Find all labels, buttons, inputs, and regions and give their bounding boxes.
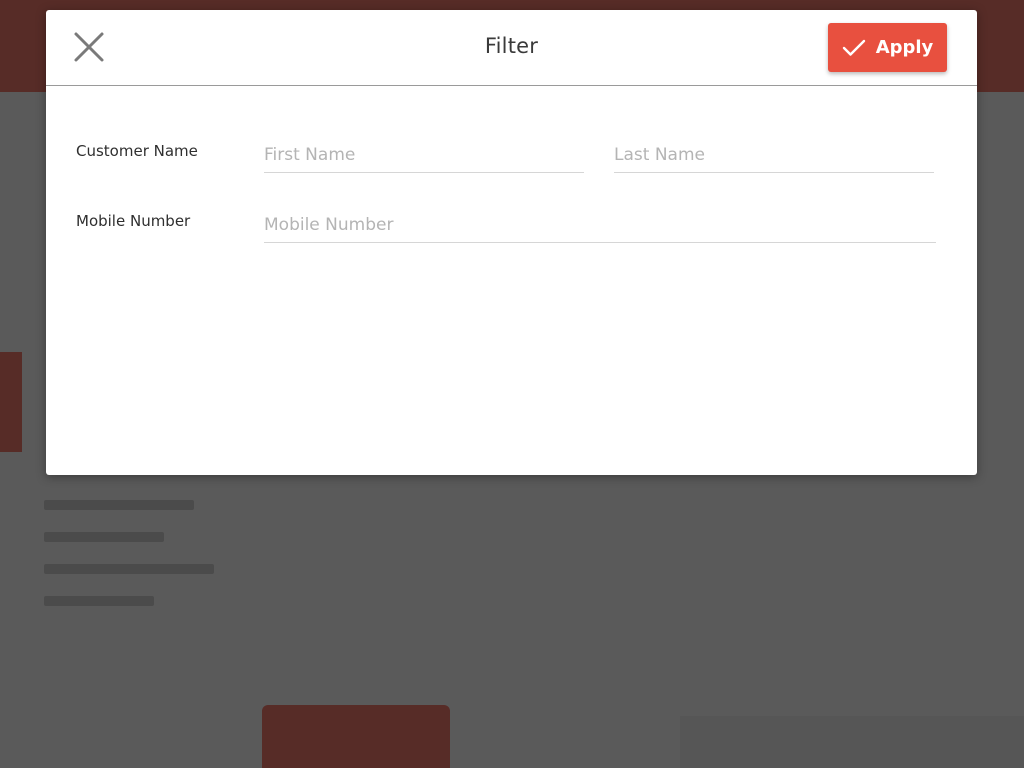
mobile-number-label: Mobile Number [76,212,191,230]
mobile-number-input[interactable] [264,212,936,243]
last-name-input[interactable] [614,142,934,173]
apply-button-label: Apply [875,37,934,58]
customer-name-label: Customer Name [76,142,198,160]
apply-button[interactable]: Apply [828,23,947,72]
filter-modal: Filter Apply Customer Name Mobile Number [46,10,977,475]
check-icon [842,39,865,56]
modal-header: Filter Apply [46,10,977,86]
first-name-input[interactable] [264,142,584,173]
